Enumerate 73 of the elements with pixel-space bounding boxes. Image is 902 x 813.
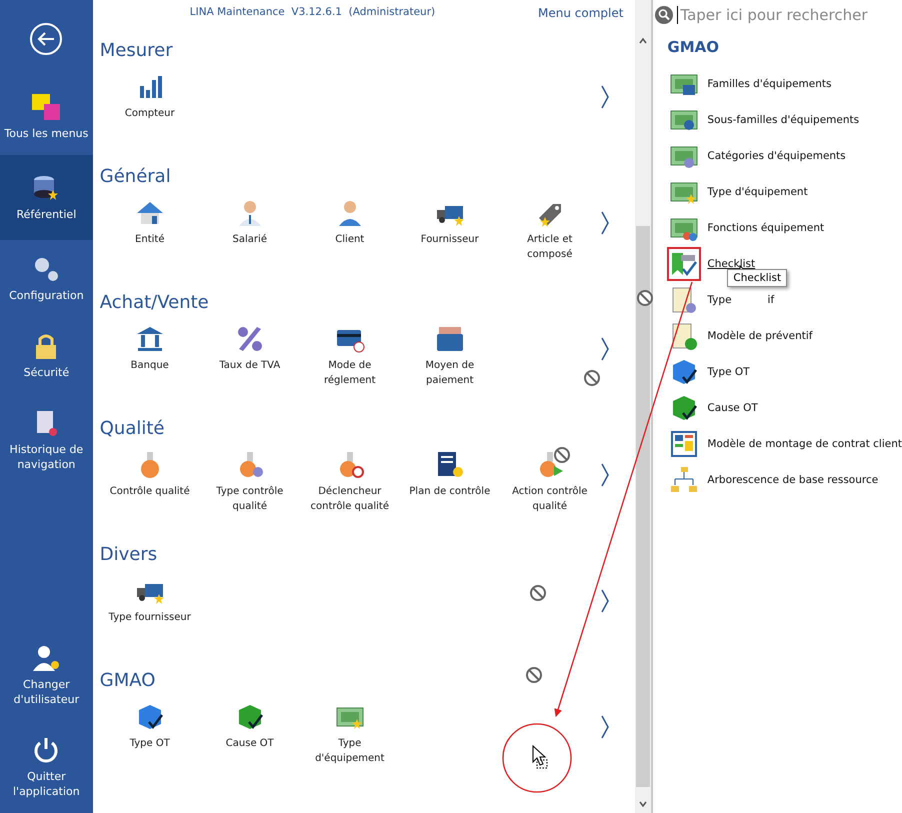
banknote-card-icon xyxy=(434,324,465,354)
back-icon[interactable] xyxy=(29,22,64,56)
nav-item[interactable]: Référentiel xyxy=(0,155,93,240)
panel-link[interactable]: Familles d'équipements xyxy=(707,78,832,90)
chevron-icon[interactable] xyxy=(600,84,610,110)
nav-item[interactable]: Configuration xyxy=(0,240,93,317)
panel-title: GMAO xyxy=(667,38,720,56)
chevron-icon[interactable] xyxy=(600,588,610,614)
user-swap-icon xyxy=(31,643,62,673)
section-title: Général xyxy=(100,165,171,189)
scroll-up-icon[interactable] xyxy=(638,36,648,46)
menu-tile[interactable]: Compteur xyxy=(100,72,200,121)
panel-link[interactable]: Checklist xyxy=(707,258,756,270)
folder-tree-icon xyxy=(669,465,700,495)
menu-tile[interactable]: Taux de TVA xyxy=(200,324,300,388)
nav-item[interactable]: Sécurité xyxy=(0,317,93,394)
nav-item[interactable]: Quitter l'application xyxy=(0,721,93,813)
nav-item[interactable]: Changer d'utilisateur xyxy=(0,629,93,721)
panel-link[interactable]: Type OT xyxy=(707,366,750,378)
section-title: Achat/Vente xyxy=(100,291,209,315)
menu-tile[interactable]: Article et composé xyxy=(500,198,600,262)
not-allowed-icon xyxy=(526,667,542,683)
panel-link[interactable]: Catégories d'équipements xyxy=(707,150,846,162)
menu-tile[interactable]: Plan de contrôle xyxy=(400,450,500,514)
nav-item[interactable]: Tous les menus xyxy=(0,78,93,155)
menu-tile[interactable]: Salarié xyxy=(200,198,300,262)
chevron-icon[interactable] xyxy=(600,210,610,236)
menu-tile[interactable]: Déclencheur contrôle qualité xyxy=(300,450,400,514)
not-allowed-icon xyxy=(554,447,570,463)
panel-link[interactable]: Sous-familles d'équipements xyxy=(707,114,860,126)
layout-grid-icon xyxy=(669,429,700,459)
menu-tile[interactable]: Contrôle qualité xyxy=(100,450,200,514)
menu-tile[interactable]: Type fournisseur xyxy=(100,576,200,625)
not-allowed-icon xyxy=(530,585,546,601)
scrollbar-thumb[interactable] xyxy=(636,226,650,787)
menu-link[interactable]: Menu complet xyxy=(538,6,624,36)
panel-link[interactable]: Modèle de montage de contrat client xyxy=(707,438,902,450)
not-allowed-icon xyxy=(637,290,653,306)
scroll-down-icon[interactable] xyxy=(638,799,648,809)
menu-tile[interactable]: Banque xyxy=(100,324,200,388)
section-title: Divers xyxy=(100,543,158,567)
tooltip: Checklist xyxy=(727,269,788,287)
panel-link[interactable]: Type xyxy=(707,294,732,306)
chevron-icon[interactable] xyxy=(600,714,610,740)
menu-tile[interactable]: Moyen de paiement xyxy=(400,324,500,388)
menu-tile[interactable]: Entité xyxy=(100,198,200,262)
section-title: Qualité xyxy=(100,417,165,441)
section-title: Mesurer xyxy=(100,39,173,63)
section-title: GMAO xyxy=(100,669,156,693)
panel-link[interactable]: Cause OT xyxy=(707,402,758,414)
not-allowed-icon xyxy=(584,370,600,386)
panel-link[interactable]: Fonctions équipement xyxy=(707,222,824,234)
menu-tile[interactable]: Fournisseur xyxy=(400,198,500,262)
panel-link[interactable]: Modèle de préventif xyxy=(707,330,812,342)
menu-tile[interactable]: Client xyxy=(300,198,400,262)
app-title: LINA Maintenance V3.12.6.1 (Administrateur) xyxy=(190,6,436,20)
menu-tile[interactable]: Type OT xyxy=(100,702,200,766)
menu-tile[interactable]: Type contrôle qualité xyxy=(200,450,300,514)
annotation-circle xyxy=(502,723,572,793)
lina-logo-icon xyxy=(30,92,62,122)
drag-cursor-icon xyxy=(532,744,548,768)
menu-tile[interactable]: Mode de réglement xyxy=(300,324,400,388)
search-icon xyxy=(655,6,674,24)
nav-item[interactable]: Historique de navigation xyxy=(0,394,93,486)
menu-tile[interactable]: Cause OT xyxy=(200,702,300,766)
chevron-icon[interactable] xyxy=(600,336,610,362)
panel-link[interactable]: Arborescence de base ressource xyxy=(707,474,878,486)
panel-link[interactable]: if xyxy=(768,294,774,306)
menu-tile[interactable]: Action contrôle qualité xyxy=(500,450,600,514)
menu-tile[interactable]: Type d'équipement xyxy=(300,702,400,766)
panel-link[interactable]: Type d'équipement xyxy=(707,186,808,198)
chevron-icon[interactable] xyxy=(600,462,610,488)
bank-icon xyxy=(134,324,165,354)
